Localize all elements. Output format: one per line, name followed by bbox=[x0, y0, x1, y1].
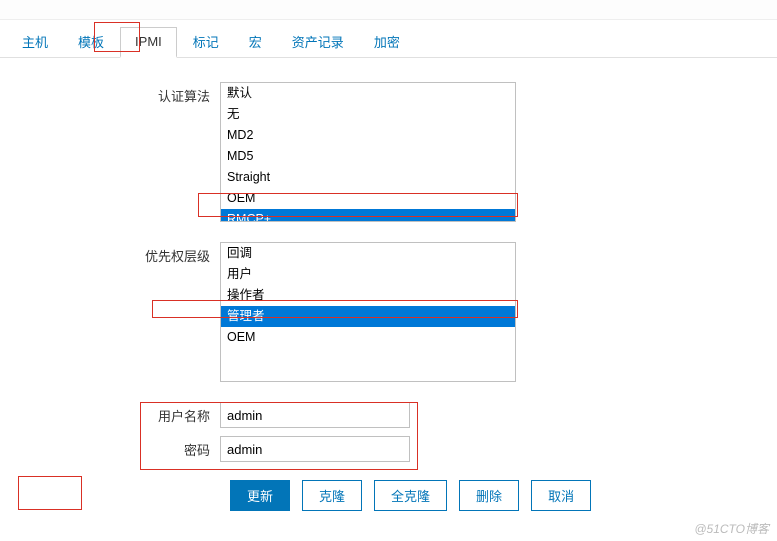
row-priv-level: 优先权层级 回调 用户 操作者 管理者 OEM bbox=[20, 242, 757, 382]
update-button[interactable]: 更新 bbox=[230, 480, 290, 511]
auth-option-none[interactable]: 无 bbox=[221, 104, 515, 125]
row-password: 密码 bbox=[20, 436, 757, 462]
tab-tags[interactable]: 标记 bbox=[179, 26, 233, 57]
username-input[interactable] bbox=[220, 402, 410, 428]
auth-option-oem[interactable]: OEM bbox=[221, 188, 515, 209]
auth-option-straight[interactable]: Straight bbox=[221, 167, 515, 188]
top-breadcrumb-bar bbox=[0, 0, 777, 20]
tab-ipmi[interactable]: IPMI bbox=[120, 27, 177, 58]
button-row: 更新 克隆 全克隆 删除 取消 bbox=[20, 480, 757, 511]
username-label: 用户名称 bbox=[20, 406, 220, 425]
priv-option-callback[interactable]: 回调 bbox=[221, 243, 515, 264]
password-label: 密码 bbox=[20, 440, 220, 459]
tab-macros[interactable]: 宏 bbox=[235, 26, 276, 57]
auth-option-md2[interactable]: MD2 bbox=[221, 125, 515, 146]
tab-inventory[interactable]: 资产记录 bbox=[278, 26, 358, 57]
clone-button[interactable]: 克隆 bbox=[302, 480, 362, 511]
tab-encryption[interactable]: 加密 bbox=[360, 26, 414, 57]
watermark: @51CTO博客 bbox=[694, 520, 769, 537]
row-username: 用户名称 bbox=[20, 402, 757, 428]
auth-algo-listbox[interactable]: 默认 无 MD2 MD5 Straight OEM RMCP+ bbox=[220, 82, 516, 222]
priv-option-user[interactable]: 用户 bbox=[221, 264, 515, 285]
auth-algo-label: 认证算法 bbox=[20, 82, 220, 105]
password-input[interactable] bbox=[220, 436, 410, 462]
tab-host[interactable]: 主机 bbox=[8, 26, 62, 57]
priv-level-label: 优先权层级 bbox=[20, 242, 220, 265]
tab-template[interactable]: 模板 bbox=[64, 26, 118, 57]
tab-strip: 主机 模板 IPMI 标记 宏 资产记录 加密 bbox=[0, 20, 777, 58]
auth-option-default[interactable]: 默认 bbox=[221, 83, 515, 104]
priv-option-admin[interactable]: 管理者 bbox=[221, 306, 515, 327]
row-auth-algo: 认证算法 默认 无 MD2 MD5 Straight OEM RMCP+ bbox=[20, 82, 757, 222]
priv-level-listbox[interactable]: 回调 用户 操作者 管理者 OEM bbox=[220, 242, 516, 382]
auth-option-rmcp[interactable]: RMCP+ bbox=[221, 209, 515, 222]
priv-option-operator[interactable]: 操作者 bbox=[221, 285, 515, 306]
cancel-button[interactable]: 取消 bbox=[531, 480, 591, 511]
auth-option-md5[interactable]: MD5 bbox=[221, 146, 515, 167]
form-content: 认证算法 默认 无 MD2 MD5 Straight OEM RMCP+ 优先权… bbox=[0, 58, 777, 541]
priv-option-oem[interactable]: OEM bbox=[221, 327, 515, 348]
delete-button[interactable]: 删除 bbox=[459, 480, 519, 511]
full-clone-button[interactable]: 全克隆 bbox=[374, 480, 447, 511]
